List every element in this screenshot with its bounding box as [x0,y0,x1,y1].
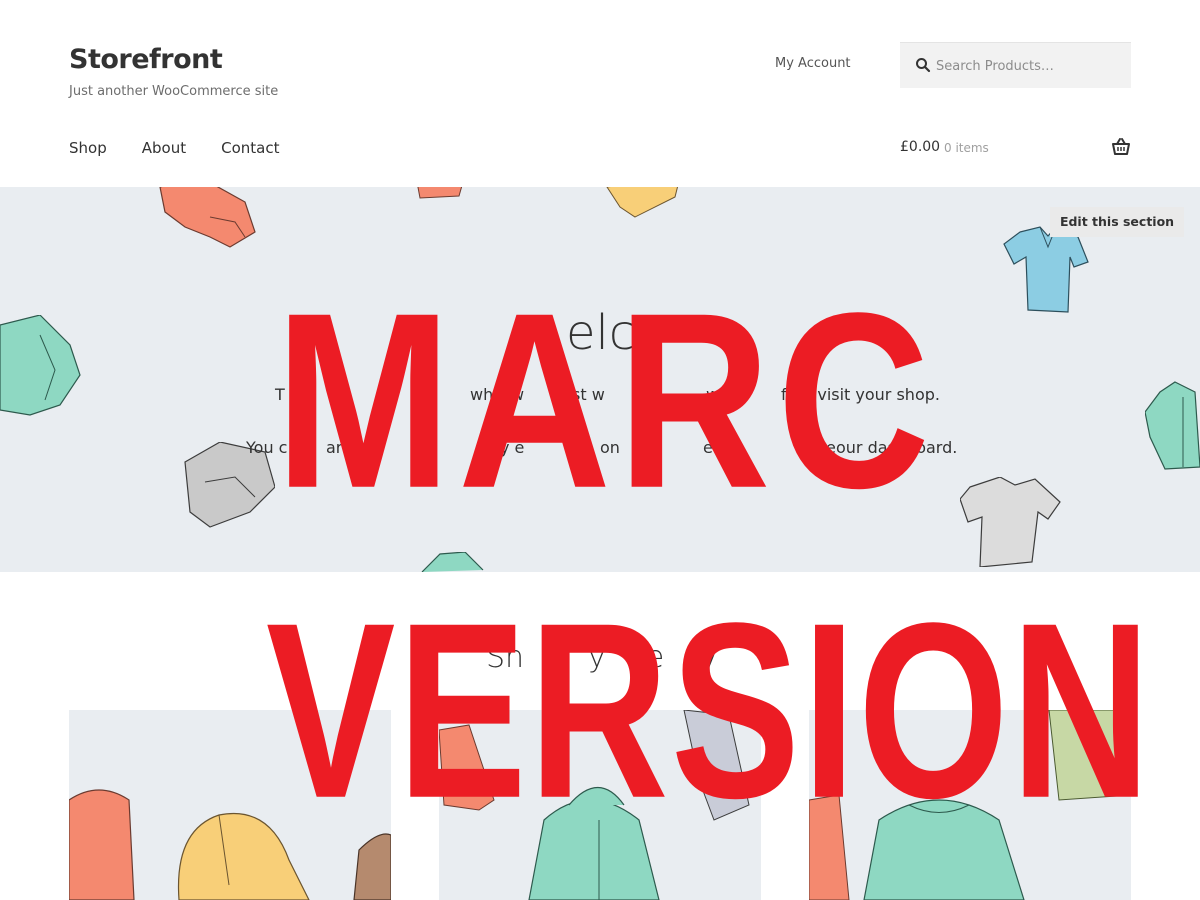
text-fragment: w [511,385,525,404]
sweater-category-illustration [809,710,1131,900]
text-fragment: st w [572,385,605,404]
zip-hoodie-illustration [1145,381,1200,470]
nav-item-contact[interactable]: Contact [221,139,279,157]
hoodie-category-illustration [439,710,750,900]
hoodie-illustration [159,187,256,248]
site-description: Just another WooCommerce site [69,84,279,99]
primary-navigation: Shop About Contact [69,139,279,157]
text-fragment: wh [706,385,730,404]
cart-count[interactable]: 0 items [944,141,989,155]
text-fragment: te [634,640,665,675]
cap-illustration [606,187,679,218]
category-card-accessories[interactable] [69,710,391,900]
hero-title-fragment: elc [566,305,636,361]
text-fragment: Sh [486,640,525,675]
text-fragment: ar [326,438,343,457]
text-fragment: wh [470,385,494,404]
text-fragment: y [700,640,718,675]
my-account-link[interactable]: My Account [775,56,851,71]
text-fragment: y [588,640,606,675]
text-fragment: our dashboard. [836,438,958,457]
product-search-box [900,42,1131,88]
text-fragment: first visit your shop. [781,385,940,404]
sweater-illustration [0,315,81,416]
basket-icon[interactable] [1111,137,1131,157]
text-fragment: y e [500,438,525,457]
text-fragment: s [414,438,423,457]
hoodie-bottom-illustration [421,552,484,572]
nav-item-about[interactable]: About [142,139,186,157]
search-input[interactable] [936,51,1116,81]
site-title[interactable]: Storefront [69,44,223,75]
text-fragment: T [275,385,285,404]
header-cart[interactable]: £0.00 0 items [900,137,1131,161]
text-fragment: You c [246,438,288,457]
search-icon [916,58,931,73]
category-card-tshirts[interactable] [809,710,1131,900]
edit-section-button[interactable]: Edit this section [1050,207,1184,237]
beanie-and-cap-illustration [69,789,391,900]
welcome-hero: Edit this section elc T wh w st w wh fir… [0,187,1200,572]
site-header: Storefront Just another WooCommerce site… [0,0,1200,187]
shirt-illustration [417,187,463,199]
cart-amount[interactable]: £0.00 [900,139,940,155]
category-card-hoodies[interactable] [439,710,761,900]
text-fragment: "P [712,438,730,457]
nav-item-shop[interactable]: Shop [69,139,107,157]
text-fragment: on [600,438,620,457]
text-fragment: e [826,438,836,457]
tshirt-illustration [960,477,1061,567]
